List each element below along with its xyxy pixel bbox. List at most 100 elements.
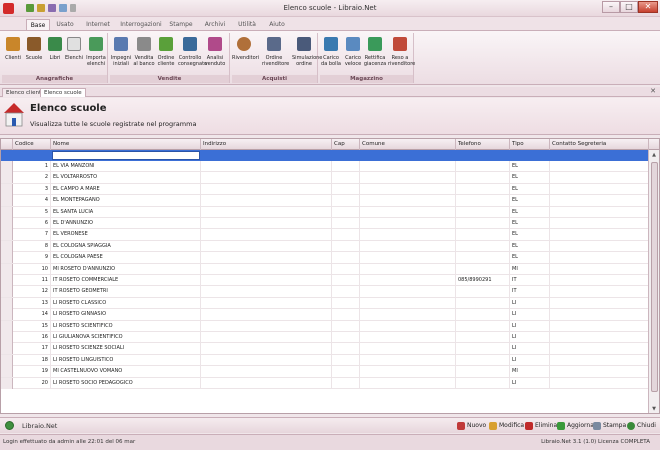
table-row[interactable]: 3 EL CAMPO A MARE EL — [1, 183, 649, 196]
vertical-scrollbar[interactable]: ▲ ▼ — [648, 150, 659, 413]
cell-nome: EL SANTA LUCIA — [51, 206, 201, 218]
table-row[interactable]: 5 EL SANTA LUCIA EL — [1, 206, 649, 218]
nome-filter-input[interactable] — [52, 151, 200, 160]
row-selector[interactable] — [1, 354, 13, 366]
row-selector[interactable] — [1, 263, 13, 275]
controllo-consegnato-button[interactable]: Controllo consegnato — [178, 35, 207, 73]
clienti-button[interactable]: Clienti — [5, 35, 21, 73]
simulazione-ordine-button[interactable]: Simulazione ordine — [292, 35, 322, 73]
ribbon: Clienti Scuole Libri Elenchi Importa ele… — [0, 30, 660, 85]
row-selector[interactable] — [1, 275, 13, 286]
cell-telefono — [456, 206, 510, 218]
analisi-venduto-button[interactable]: Analisi venduto — [205, 35, 225, 73]
cell-nome: EL MONTEPAGANO — [51, 195, 201, 207]
row-selector[interactable] — [1, 366, 13, 378]
table-row[interactable]: 17 LI ROSETO SCIENZE SOCIALI LI — [1, 343, 649, 355]
close-window-button[interactable]: ✕ — [638, 1, 658, 13]
table-row[interactable]: 2 EL VOLTARROSTO EL — [1, 172, 649, 184]
table-row[interactable]: 4 EL MONTEPAGANO EL — [1, 195, 649, 207]
scroll-up-icon[interactable]: ▲ — [650, 151, 658, 159]
column-header-indirizzo[interactable]: Indirizzo — [201, 139, 332, 150]
page-header: Elenco scuole Visualizza tutte le scuole… — [0, 98, 660, 135]
table-row[interactable]: 13 LI ROSETO CLASSICO LI — [1, 297, 649, 310]
row-selector[interactable] — [1, 309, 13, 321]
tab-archivi[interactable]: Archivi — [200, 19, 230, 30]
cell-telefono — [456, 377, 510, 389]
cell-tipo: MI — [510, 263, 550, 275]
tab-internet[interactable]: Internet — [82, 19, 114, 30]
cell-tipo: LI — [510, 309, 550, 321]
doc-tab-elenco-scuole[interactable]: Elenco scuole — [40, 88, 86, 97]
table-row[interactable]: 6 EL D'ANNUNZIO EL — [1, 218, 649, 230]
column-header-contatto-segreteria[interactable]: Contatto Segreteria — [550, 139, 649, 150]
cell-comune — [360, 343, 456, 355]
table-row[interactable]: 19 MI CASTELNUOVO VOMANO MI — [1, 366, 649, 378]
carico-bolla-button[interactable]: Carico da bolla — [321, 35, 341, 73]
status-bar: Login effettuato da admin alle 22:01 del… — [0, 434, 660, 450]
libri-button[interactable]: Libri — [47, 35, 63, 73]
tab-utilita[interactable]: Utilità — [234, 19, 260, 30]
table-row[interactable]: 1 EL VIA MANZONI EL — [1, 161, 649, 173]
row-selector[interactable] — [1, 183, 13, 195]
close-document-icon[interactable]: ✕ — [650, 87, 656, 95]
gear-icon[interactable] — [5, 421, 14, 430]
row-selector[interactable] — [1, 240, 13, 252]
column-header-nome[interactable]: Nome — [51, 139, 201, 150]
tab-aiuto[interactable]: Aiuto — [264, 19, 290, 30]
row-selector[interactable] — [1, 206, 13, 218]
elenchi-button[interactable]: Elenchi — [65, 35, 83, 73]
table-row[interactable]: 16 LI GIULIANOVA SCIENTIFICO LI — [1, 332, 649, 344]
column-header-tipo[interactable]: Tipo — [510, 139, 550, 150]
vendita-banco-button[interactable]: Vendita al banco — [133, 35, 155, 73]
importa-elenchi-button[interactable]: Importa elenchi — [86, 35, 106, 73]
cell-indirizzo — [201, 252, 332, 264]
ordine-cliente-button[interactable]: Ordine cliente — [158, 35, 174, 73]
row-selector[interactable] — [1, 297, 13, 309]
table-row[interactable]: 18 LI ROSETO LINGUISTICO LI — [1, 354, 649, 367]
row-selector[interactable] — [1, 195, 13, 207]
row-selector[interactable] — [1, 172, 13, 184]
column-header-comune[interactable]: Comune — [360, 139, 456, 150]
tab-usato[interactable]: Usato — [52, 19, 78, 30]
tab-interrogazioni[interactable]: Interrogazioni — [118, 19, 164, 30]
scroll-down-icon[interactable]: ▼ — [650, 405, 658, 413]
rivenditori-button[interactable]: Rivenditori — [232, 35, 259, 73]
table-row[interactable]: 14 LI ROSETO GINNASIO LI — [1, 309, 649, 321]
row-selector[interactable] — [1, 161, 13, 172]
table-row[interactable]: 11 IT ROSETO COMMERCIALE 085/8990291 IT — [1, 275, 649, 287]
row-selector[interactable] — [1, 332, 13, 343]
row-selector[interactable] — [1, 252, 13, 264]
scuole-button[interactable]: Scuole — [26, 35, 42, 73]
cell-cap — [332, 252, 360, 264]
reso-rivenditore-button[interactable]: Reso a rivenditore — [388, 35, 415, 73]
table-row[interactable]: 15 LI ROSETO SCIENTIFICO LI — [1, 320, 649, 332]
row-selector[interactable] — [1, 343, 13, 355]
table-row[interactable]: 9 EL COLOGNA PAESE EL — [1, 252, 649, 264]
row-selector[interactable] — [1, 229, 13, 241]
table-row[interactable]: 20 LI ROSETO SOCIO PEDAGOGICO LI — [1, 377, 649, 389]
tab-base[interactable]: Base — [26, 19, 50, 30]
row-selector[interactable] — [1, 320, 13, 332]
cell-cap — [332, 195, 360, 207]
filter-row[interactable] — [1, 150, 649, 161]
ordine-rivenditore-button[interactable]: Ordine rivenditore — [262, 35, 289, 73]
row-selector[interactable] — [1, 286, 13, 298]
cell-nome: EL D'ANNUNZIO — [51, 218, 201, 229]
column-header-codice[interactable]: Codice — [13, 139, 51, 150]
minimize-button[interactable]: – — [602, 1, 620, 13]
scrollbar-thumb[interactable] — [651, 162, 658, 392]
column-header-cap[interactable]: Cap — [332, 139, 360, 150]
table-row[interactable]: 10 MI ROSETO D'ANNUNZIO MI — [1, 263, 649, 275]
maximize-button[interactable]: □ — [620, 1, 638, 13]
new-icon — [457, 422, 465, 430]
table-row[interactable]: 12 IT ROSETO GEOMETRI IT — [1, 286, 649, 298]
carico-veloce-button[interactable]: Carico veloce — [345, 35, 361, 73]
row-selector[interactable] — [1, 377, 13, 389]
row-selector[interactable] — [1, 218, 13, 229]
table-row[interactable]: 8 EL COLOGNA SPIAGGIA EL — [1, 240, 649, 253]
table-row[interactable]: 7 EL VERONESE EL — [1, 229, 649, 241]
impegni-iniziali-button[interactable]: Impegni iniziali — [111, 35, 131, 73]
tab-stampe[interactable]: Stampe — [166, 19, 196, 30]
rettifica-giacenza-button[interactable]: Rettifica giacenza — [364, 35, 386, 73]
column-header-telefono[interactable]: Telefono — [456, 139, 510, 150]
